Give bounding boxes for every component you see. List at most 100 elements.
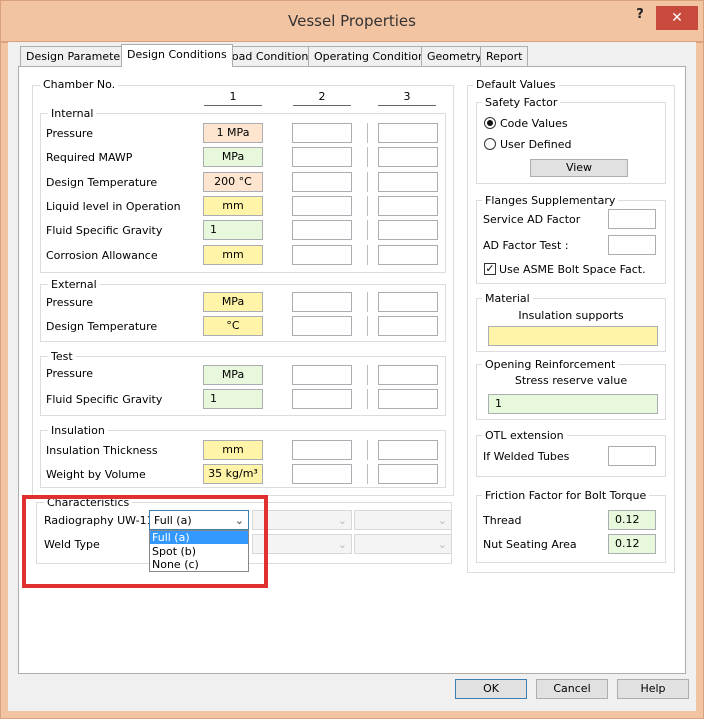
weight-by-volume-label: Weight by Volume bbox=[46, 468, 146, 481]
col-separator bbox=[367, 316, 368, 336]
cancel-button[interactable]: Cancel bbox=[536, 679, 608, 699]
internal-pressure-input-1[interactable]: 1 MPa bbox=[203, 123, 263, 143]
corrosion-allowance-input-2[interactable] bbox=[292, 245, 352, 265]
asme-bolt-label: Use ASME Bolt Space Fact. bbox=[499, 263, 646, 276]
tab-load-conditions[interactable]: Load Conditions bbox=[220, 46, 321, 66]
required-mawp-input-1[interactable]: MPa bbox=[203, 147, 263, 167]
required-mawp-input-2[interactable] bbox=[292, 147, 352, 167]
required-mawp-input-3[interactable] bbox=[378, 147, 438, 167]
code-values-label: Code Values bbox=[500, 117, 568, 130]
corrosion-allowance-input-3[interactable] bbox=[378, 245, 438, 265]
design-temperature-label: Design Temperature bbox=[46, 176, 158, 189]
col-separator bbox=[367, 464, 368, 484]
external-title: External bbox=[48, 278, 100, 291]
ok-button[interactable]: OK bbox=[455, 679, 527, 699]
external-temperature-input-2[interactable] bbox=[292, 316, 352, 336]
liquid-level-label: Liquid level in Operation bbox=[46, 200, 181, 213]
external-pressure-input-3[interactable] bbox=[378, 292, 438, 312]
welded-tubes-label: If Welded Tubes bbox=[483, 450, 570, 463]
help-icon[interactable]: ? bbox=[626, 7, 654, 27]
liquid-level-input-1[interactable]: mm bbox=[203, 196, 263, 216]
material-title: Material bbox=[482, 292, 533, 305]
insulation-supports-input[interactable] bbox=[488, 326, 658, 346]
fluid-specific-gravity-input-3[interactable] bbox=[378, 220, 438, 240]
design-temperature-input-1[interactable]: 200 °C bbox=[203, 172, 263, 192]
fluid-specific-gravity-input-1[interactable]: 1 bbox=[203, 220, 263, 240]
internal-pressure-input-2[interactable] bbox=[292, 123, 352, 143]
close-icon[interactable]: ✕ bbox=[656, 6, 698, 30]
chamber-label: Chamber No. bbox=[40, 78, 119, 91]
external-temperature-label: Design Temperature bbox=[46, 320, 158, 333]
test-title: Test bbox=[48, 350, 76, 363]
radiography-select-3: ⌄ bbox=[354, 510, 452, 530]
col-separator bbox=[367, 123, 368, 143]
nut-seating-input[interactable]: 0.12 bbox=[608, 534, 656, 554]
insulation-thickness-input-2[interactable] bbox=[292, 440, 352, 460]
col-separator bbox=[367, 389, 368, 409]
required-mawp-label: Required MAWP bbox=[46, 151, 133, 164]
otl-extension-title: OTL extension bbox=[482, 429, 567, 442]
tab-report[interactable]: Report bbox=[480, 46, 529, 66]
internal-pressure-input-3[interactable] bbox=[378, 123, 438, 143]
liquid-level-input-2[interactable] bbox=[292, 196, 352, 216]
asme-bolt-checkbox[interactable]: ✓ bbox=[484, 263, 496, 275]
pressure-label: Pressure bbox=[46, 127, 93, 140]
tab-design-parameters[interactable]: Design Parameters bbox=[20, 46, 137, 66]
weight-by-volume-input-1[interactable]: 35 kg/m³ bbox=[203, 464, 263, 484]
chamber-col-1: 1 bbox=[204, 90, 262, 106]
external-pressure-input-2[interactable] bbox=[292, 292, 352, 312]
design-temperature-input-2[interactable] bbox=[292, 172, 352, 192]
test-gravity-input-3[interactable] bbox=[378, 389, 438, 409]
col-separator bbox=[367, 245, 368, 265]
user-defined-radio[interactable] bbox=[484, 138, 496, 150]
thread-input[interactable]: 0.12 bbox=[608, 510, 656, 530]
highlight-annotation-box bbox=[22, 495, 268, 588]
col-separator bbox=[367, 172, 368, 192]
service-ad-factor-input[interactable] bbox=[608, 209, 656, 229]
window-title: Vessel Properties bbox=[288, 12, 416, 30]
external-pressure-input-1[interactable]: MPa bbox=[203, 292, 263, 312]
external-temperature-input-3[interactable] bbox=[378, 316, 438, 336]
weight-by-volume-input-3[interactable] bbox=[378, 464, 438, 484]
tab-design-conditions[interactable]: Design Conditions bbox=[121, 44, 233, 67]
tab-geometry[interactable]: Geometry bbox=[421, 46, 488, 66]
col-separator bbox=[367, 147, 368, 167]
code-values-radio[interactable] bbox=[484, 117, 496, 129]
insulation-thickness-input-3[interactable] bbox=[378, 440, 438, 460]
flanges-title: Flanges Supplementary bbox=[482, 194, 619, 207]
insulation-title: Insulation bbox=[48, 424, 108, 437]
insulation-thickness-input-1[interactable]: mm bbox=[203, 440, 263, 460]
design-temperature-input-3[interactable] bbox=[378, 172, 438, 192]
stress-reserve-input[interactable]: 1 bbox=[488, 394, 658, 414]
chamber-col-2: 2 bbox=[293, 90, 351, 106]
liquid-level-input-3[interactable] bbox=[378, 196, 438, 216]
nut-seating-label: Nut Seating Area bbox=[483, 538, 577, 551]
col-separator bbox=[367, 292, 368, 312]
help-button[interactable]: Help bbox=[617, 679, 689, 699]
ad-factor-test-label: AD Factor Test : bbox=[483, 239, 569, 252]
external-temperature-input-1[interactable]: °C bbox=[203, 316, 263, 336]
test-gravity-input-1[interactable]: 1 bbox=[203, 389, 263, 409]
fluid-specific-gravity-input-2[interactable] bbox=[292, 220, 352, 240]
corrosion-allowance-input-1[interactable]: mm bbox=[203, 245, 263, 265]
col-separator bbox=[367, 440, 368, 460]
ad-factor-test-input[interactable] bbox=[608, 235, 656, 255]
view-button[interactable]: View bbox=[530, 159, 628, 177]
internal-title: Internal bbox=[48, 107, 97, 120]
test-pressure-input-3[interactable] bbox=[378, 365, 438, 385]
external-pressure-label: Pressure bbox=[46, 296, 93, 309]
test-gravity-input-2[interactable] bbox=[292, 389, 352, 409]
test-pressure-label: Pressure bbox=[46, 367, 93, 380]
user-defined-label: User Defined bbox=[500, 138, 572, 151]
test-pressure-input-1[interactable]: MPa bbox=[203, 365, 263, 385]
welded-tubes-input[interactable] bbox=[608, 446, 656, 466]
test-pressure-input-2[interactable] bbox=[292, 365, 352, 385]
insulation-supports-label: Insulation supports bbox=[518, 309, 624, 322]
chevron-down-icon: ⌄ bbox=[337, 538, 347, 551]
fluid-specific-gravity-label: Fluid Specific Gravity bbox=[46, 224, 163, 237]
tab-operating-conditions[interactable]: Operating Conditions bbox=[308, 46, 437, 66]
weight-by-volume-input-2[interactable] bbox=[292, 464, 352, 484]
chevron-down-icon: ⌄ bbox=[337, 514, 347, 527]
weld-type-select-3: ⌄ bbox=[354, 534, 452, 554]
col-separator bbox=[367, 196, 368, 216]
